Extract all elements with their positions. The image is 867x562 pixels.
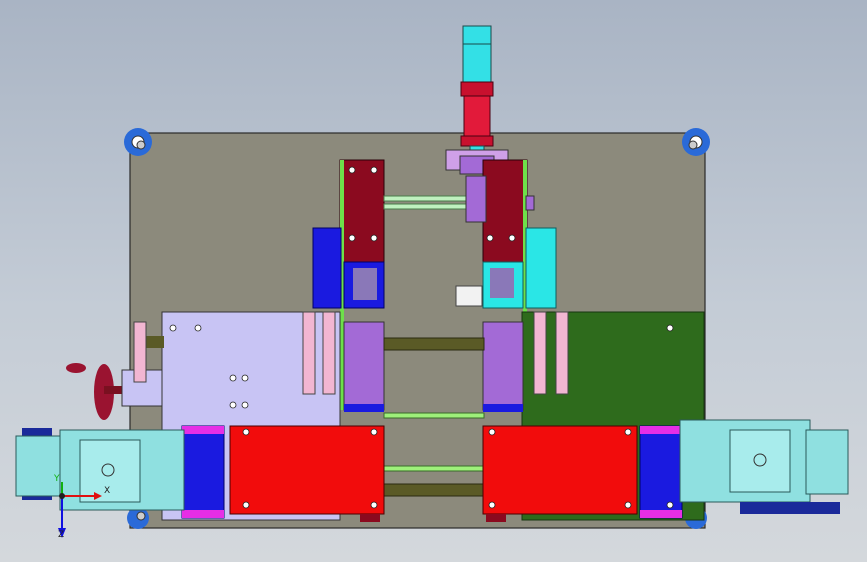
- y-axis-label: Y: [54, 474, 60, 484]
- right-motor: [679, 419, 849, 514]
- right-cyan-block: [525, 227, 557, 309]
- cad-viewport[interactable]: X Y Z: [0, 0, 867, 562]
- assembly-drawing: [15, 25, 849, 529]
- air-cylinder: [460, 25, 494, 157]
- right-slider: [482, 321, 524, 411]
- right-upper-column: [482, 159, 528, 263]
- left-red-gearbox: [229, 425, 385, 515]
- left-upper-column: [339, 159, 385, 263]
- coordinate-triad-icon: X Y Z: [50, 474, 111, 542]
- left-slider: [343, 321, 385, 411]
- z-axis-label: Z: [58, 530, 65, 540]
- right-red-gearbox: [482, 425, 638, 515]
- x-axis-label: X: [104, 486, 111, 496]
- left-blue-block: [312, 227, 342, 309]
